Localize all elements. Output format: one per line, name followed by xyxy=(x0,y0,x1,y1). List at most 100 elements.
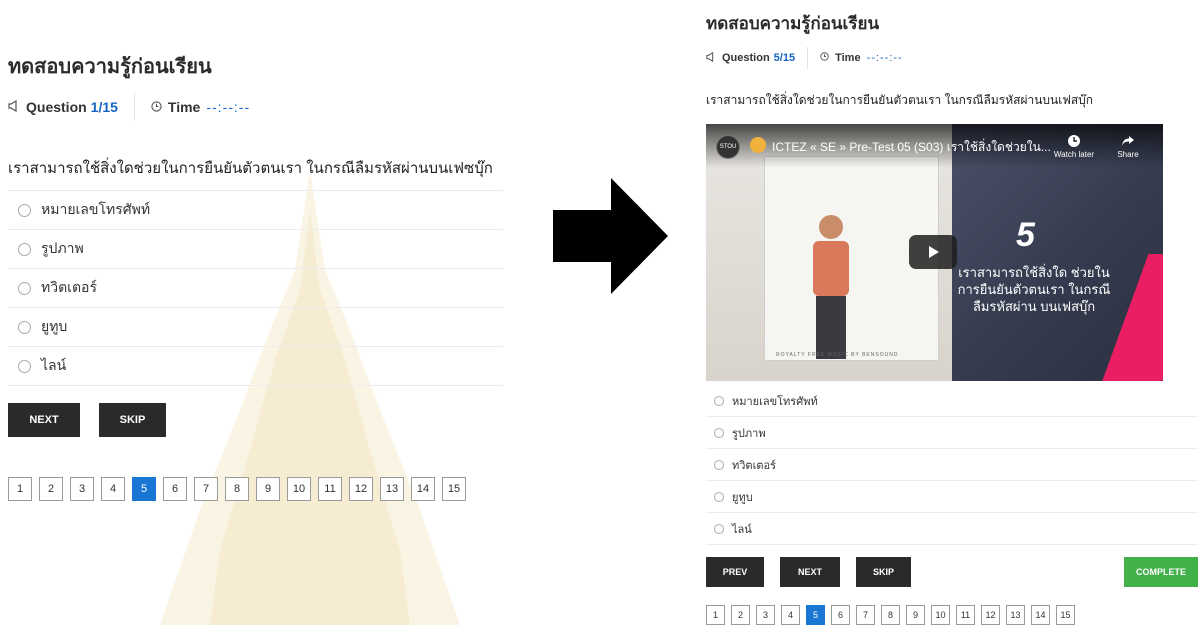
answer-option[interactable]: หมายเลขโทรศัพท์ xyxy=(706,385,1198,417)
page-number[interactable]: 11 xyxy=(956,605,975,625)
channel-avatar-icon[interactable] xyxy=(750,137,766,153)
play-button[interactable] xyxy=(909,235,957,269)
slide-text: เราสามารถใช้สิ่งใด ช่วยในการยืนยันตัวตนเ… xyxy=(957,265,1111,314)
time-label: Time xyxy=(835,52,861,64)
option-label: ทวิตเตอร์ xyxy=(732,459,776,472)
option-label: รูปภาพ xyxy=(732,427,766,440)
music-credit: ROYALTY FREE MUSIC BY BENSOUND xyxy=(776,352,899,358)
channel-logo[interactable]: STOU xyxy=(716,135,740,159)
presenter-image xyxy=(813,215,849,359)
slide-number: 5 xyxy=(1016,216,1035,254)
option-label: ไลน์ xyxy=(41,357,67,373)
radio-button[interactable] xyxy=(714,491,724,502)
answer-option[interactable]: ไลน์ xyxy=(8,347,503,386)
answer-options: หมายเลขโทรศัพท์ รูปภาพ ทวิตเตอร์ ยูทูบ ไ… xyxy=(8,191,503,386)
page-number[interactable]: 15 xyxy=(442,477,466,501)
page-number[interactable]: 13 xyxy=(380,477,404,501)
video-title[interactable]: ICTEZ « SE » Pre-Test 05 (S03) เราใช้สิ่… xyxy=(772,138,1051,157)
answer-option[interactable]: รูปภาพ xyxy=(706,417,1198,449)
option-label: หมายเลขโทรศัพท์ xyxy=(41,201,151,217)
page-number[interactable]: 15 xyxy=(1056,605,1075,625)
watch-later-label: Watch later xyxy=(1053,150,1095,159)
radio-button[interactable] xyxy=(714,523,724,534)
page-number[interactable]: 1 xyxy=(8,477,32,501)
share-button[interactable]: Share xyxy=(1112,134,1144,159)
page-number[interactable]: 6 xyxy=(831,605,850,625)
option-label: รูปภาพ xyxy=(41,240,84,256)
page-number[interactable]: 9 xyxy=(256,477,280,501)
play-icon xyxy=(929,246,939,258)
page-number[interactable]: 8 xyxy=(881,605,900,625)
page-number-active[interactable]: 5 xyxy=(806,605,825,625)
radio-button[interactable] xyxy=(18,359,31,373)
answer-option[interactable]: รูปภาพ xyxy=(8,230,503,269)
quiz-title: ทดสอบความรู้ก่อนเรียน xyxy=(706,14,880,33)
question-text: เราสามารถใช้สิ่งใดช่วยในการยืนยันตัวตนเร… xyxy=(8,156,503,191)
page-number[interactable]: 11 xyxy=(318,477,342,501)
question-pagination: 1 2 3 4 5 6 7 8 9 10 11 12 13 14 15 xyxy=(706,605,1198,625)
radio-button[interactable] xyxy=(18,203,31,217)
question-label: Question xyxy=(26,99,87,115)
page-number-active[interactable]: 5 xyxy=(132,477,156,501)
radio-button[interactable] xyxy=(18,281,31,295)
question-pagination: 1 2 3 4 5 6 7 8 9 10 11 12 13 14 15 xyxy=(8,477,503,501)
page-number[interactable]: 7 xyxy=(856,605,875,625)
megaphone-icon xyxy=(706,51,716,65)
page-number[interactable]: 7 xyxy=(194,477,218,501)
page-number[interactable]: 14 xyxy=(1031,605,1050,625)
time-value: --:--:-- xyxy=(206,99,251,115)
radio-button[interactable] xyxy=(714,395,724,406)
prev-button[interactable]: PREV xyxy=(706,557,764,587)
answer-option[interactable]: ทวิตเตอร์ xyxy=(8,269,503,308)
next-button[interactable]: NEXT xyxy=(8,403,80,437)
page-number[interactable]: 3 xyxy=(70,477,94,501)
video-player[interactable]: 5 เราสามารถใช้สิ่งใด ช่วยในการยืนยันตัวต… xyxy=(706,124,1163,381)
share-icon xyxy=(1122,136,1134,146)
radio-button[interactable] xyxy=(714,427,724,438)
megaphone-icon xyxy=(8,99,20,115)
page-number[interactable]: 4 xyxy=(781,605,800,625)
page-number[interactable]: 12 xyxy=(349,477,373,501)
page-number[interactable]: 10 xyxy=(931,605,950,625)
answer-option[interactable]: ยูทูบ xyxy=(8,308,503,347)
question-progress: 5/15 xyxy=(773,52,796,64)
page-number[interactable]: 9 xyxy=(906,605,925,625)
page-number[interactable]: 10 xyxy=(287,477,311,501)
option-label: ยูทูบ xyxy=(41,318,68,334)
page-number[interactable]: 12 xyxy=(981,605,1000,625)
watch-later-button[interactable]: Watch later xyxy=(1052,134,1096,159)
page-number[interactable]: 13 xyxy=(1006,605,1025,625)
skip-button[interactable]: SKIP xyxy=(856,557,911,587)
answer-option[interactable]: หมายเลขโทรศัพท์ xyxy=(8,191,503,230)
answer-options: หมายเลขโทรศัพท์ รูปภาพ ทวิตเตอร์ ยูทูบ ไ… xyxy=(706,385,1198,545)
answer-option[interactable]: ยูทูบ xyxy=(706,481,1198,513)
answer-option[interactable]: ทวิตเตอร์ xyxy=(706,449,1198,481)
question-progress: 1/15 xyxy=(90,99,118,115)
answer-option[interactable]: ไลน์ xyxy=(706,513,1198,545)
page-number[interactable]: 1 xyxy=(706,605,725,625)
quiz-meta: Question 1/15 Time --:--:-- xyxy=(8,93,503,121)
page-number[interactable]: 4 xyxy=(101,477,125,501)
radio-button[interactable] xyxy=(714,459,724,470)
quiz-title: ทดสอบความรู้ก่อนเรียน xyxy=(8,56,212,78)
radio-button[interactable] xyxy=(18,320,31,334)
page-number[interactable]: 2 xyxy=(39,477,63,501)
quiz-meta: Question 5/15 Time --:--:-- xyxy=(706,47,1198,69)
meta-divider xyxy=(807,47,809,69)
radio-button[interactable] xyxy=(18,242,31,256)
clock-icon xyxy=(820,52,829,64)
page-number[interactable]: 14 xyxy=(411,477,435,501)
quiz-buttons: PREV NEXT SKIP COMPLETE xyxy=(706,557,1198,587)
skip-button[interactable]: SKIP xyxy=(99,403,166,437)
page-number[interactable]: 8 xyxy=(225,477,249,501)
page-number[interactable]: 2 xyxy=(731,605,750,625)
next-button[interactable]: NEXT xyxy=(780,557,840,587)
page-number[interactable]: 6 xyxy=(163,477,187,501)
question-text: เราสามารถใช้สิ่งใดช่วยในการยืนยันตัวตนเร… xyxy=(706,93,1094,107)
quiz-buttons: NEXT SKIP xyxy=(8,403,503,437)
page-number[interactable]: 3 xyxy=(756,605,775,625)
share-label: Share xyxy=(1117,150,1139,159)
time-value: --:--:-- xyxy=(866,52,903,64)
option-label: ไลน์ xyxy=(732,523,752,536)
complete-button[interactable]: COMPLETE xyxy=(1124,557,1198,587)
